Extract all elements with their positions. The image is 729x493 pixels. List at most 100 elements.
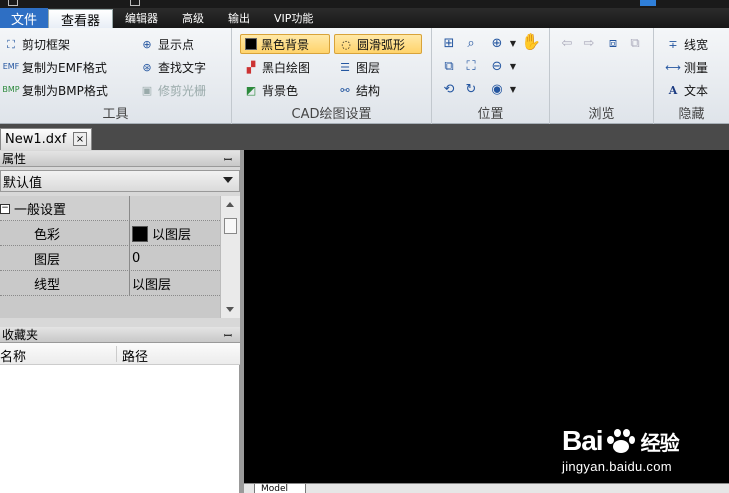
property-section-value	[131, 196, 220, 221]
position-group: ⊞ ⌕ ⊕ ▼ ✋ ⧉ ⛶ ⊖ ▼ ⟲ ↻ ◉ ▼ 位置	[432, 28, 550, 124]
property-scrollbar[interactable]	[220, 196, 240, 318]
property-value[interactable]: 以图层	[131, 271, 220, 296]
clip-frame-button[interactable]: ⛶ 剪切框架	[4, 34, 70, 54]
crop-icon: ⛶	[7, 37, 15, 51]
quick-access-icon[interactable]	[8, 0, 18, 6]
model-tab[interactable]: Model	[254, 484, 306, 493]
property-value-text: 以图层	[152, 228, 192, 243]
layers-button[interactable]: ☰ 图层	[338, 57, 380, 77]
line-width-icon: ∓	[668, 37, 678, 51]
collapse-icon[interactable]: −	[0, 203, 10, 214]
show-points-button[interactable]: ⊕ 显示点	[140, 34, 194, 54]
back-arrow-icon[interactable]: ⇦	[558, 34, 576, 52]
document-tab[interactable]: New1.dxf ×	[0, 128, 92, 150]
smooth-arc-button[interactable]: ◌ 圆滑弧形	[334, 34, 422, 54]
copy-icon[interactable]: ⧉	[626, 34, 644, 52]
watermark-brand-left: Bai	[562, 425, 604, 456]
chevron-down-icon[interactable]: ▼	[504, 34, 522, 52]
column-path[interactable]: 路径	[122, 346, 148, 365]
structure-label: 结构	[356, 83, 381, 98]
hide-group: ∓ 线宽 ⟷ 测量 A 文本 隐藏	[654, 28, 729, 124]
tab-viewer[interactable]: 查看器	[48, 9, 114, 29]
document-tab-bar: New1.dxf ×	[0, 124, 729, 150]
bw-drawing-button[interactable]: ▞ 黑白绘图	[244, 57, 310, 77]
title-bar	[0, 0, 729, 8]
zoom-window-icon[interactable]: ⊞	[440, 34, 458, 52]
clip-frame-label: 剪切框架	[22, 37, 71, 52]
property-grid: − 一般设置 色彩 以图层 图层 0 线型 以图层	[0, 196, 220, 318]
pin-icon[interactable]: ꟷ	[224, 152, 232, 166]
find-text-button[interactable]: ⊛ 查找文字	[140, 57, 206, 77]
refresh-view-icon[interactable]: ↻	[462, 80, 480, 98]
chevron-down-icon[interactable]: ▼	[504, 57, 522, 75]
measure-button[interactable]: ⟷ 测量	[665, 57, 709, 77]
find-text-label: 查找文字	[158, 60, 207, 75]
zoom-rect-icon[interactable]: ⌕	[462, 34, 480, 52]
rotate-3d-icon[interactable]: ⟲	[440, 80, 458, 98]
pin-icon[interactable]: ꟷ	[224, 328, 232, 342]
chevron-down-icon	[223, 177, 233, 183]
scroll-up-icon[interactable]	[226, 202, 234, 207]
extents-icon[interactable]: ⛶	[462, 57, 480, 75]
properties-header: 属性 ꟷ	[0, 151, 240, 167]
copy-bmp-button[interactable]: BMP 复制为BMP格式	[2, 80, 107, 100]
watermark-url: jingyan.baidu.com	[562, 459, 672, 474]
property-row-linetype[interactable]: 线型 以图层	[0, 271, 220, 296]
background-color-button[interactable]: ◩ 背景色	[244, 80, 298, 100]
bw-icon: ▞	[246, 60, 256, 74]
ruler-icon: ⟷	[665, 60, 681, 74]
browse-group: ⇦ ⇨ ⧈ ⧉ 浏览	[550, 28, 654, 124]
ribbon: ⛶ 剪切框架 EMF 复制为EMF格式 BMP 复制为BMP格式 ⊕ 显示点 ⊛…	[0, 28, 729, 124]
copy-emf-button[interactable]: EMF 复制为EMF格式	[3, 57, 107, 77]
chevron-down-icon[interactable]: ▼	[504, 80, 522, 98]
baidu-logo: Bai 经验	[562, 425, 680, 457]
forward-arrow-icon[interactable]: ⇨	[580, 34, 598, 52]
cad-settings-group-label: CAD绘图设置	[291, 107, 372, 122]
smooth-arc-label: 圆滑弧形	[357, 37, 406, 52]
pan-hand-icon[interactable]: ✋	[521, 32, 541, 51]
measure-label: 测量	[684, 60, 709, 75]
properties-preset-select[interactable]: 默认值	[0, 170, 240, 192]
tab-output[interactable]: 输出	[216, 8, 262, 28]
quick-access-icon[interactable]	[130, 0, 140, 6]
copy-emf-label: 复制为EMF格式	[22, 60, 107, 75]
window-icon	[640, 0, 656, 6]
black-background-label: 黑色背景	[261, 37, 310, 52]
tools-group-label: 工具	[102, 107, 129, 122]
menu-bar: 文件 查看器 编辑器 高级 输出 VIP功能	[0, 8, 729, 29]
watermark-brand-right: 经验	[640, 432, 680, 455]
open-folder-icon[interactable]: ⧈	[604, 34, 622, 52]
search-icon: ⊛	[142, 60, 152, 74]
text-button[interactable]: A 文本	[666, 80, 708, 100]
property-row-layer[interactable]: 图层 0	[0, 246, 220, 271]
layers-label: 图层	[356, 60, 381, 75]
browse-group-label: 浏览	[588, 107, 615, 122]
tab-advanced[interactable]: 高级	[170, 8, 216, 28]
scroll-down-icon[interactable]	[226, 307, 234, 312]
property-section-row[interactable]: − 一般设置	[0, 196, 220, 221]
cad-settings-group: 黑色背景 ▞ 黑白绘图 ◩ 背景色 ◌ 圆滑弧形 ☰ 图层 ⚯ 结构 CAD绘图…	[232, 28, 432, 124]
raster-icon: ▣	[141, 83, 153, 97]
black-background-button[interactable]: 黑色背景	[240, 34, 330, 54]
show-points-label: 显示点	[158, 37, 195, 52]
paw-icon	[605, 428, 635, 454]
properties-title: 属性	[2, 152, 27, 166]
tab-editor[interactable]: 编辑器	[113, 8, 170, 28]
property-value[interactable]: 0	[131, 246, 220, 271]
trim-raster-button[interactable]: ▣ 修剪光栅	[140, 80, 206, 100]
tab-file[interactable]: 文件	[0, 8, 49, 28]
fit-icon[interactable]: ⧉	[440, 57, 458, 75]
text-a-icon: A	[668, 83, 678, 97]
scroll-thumb[interactable]	[224, 218, 237, 234]
close-icon[interactable]: ×	[73, 132, 87, 146]
structure-button[interactable]: ⚯ 结构	[338, 80, 380, 100]
property-value[interactable]: 以图层	[131, 221, 220, 246]
property-section-cell: − 一般设置	[0, 196, 130, 221]
column-name[interactable]: 名称	[0, 346, 117, 365]
line-width-label: 线宽	[684, 37, 709, 52]
tab-vip[interactable]: VIP功能	[262, 8, 325, 28]
text-label: 文本	[684, 83, 709, 98]
line-width-button[interactable]: ∓ 线宽	[666, 34, 708, 54]
hide-group-label: 隐藏	[678, 107, 705, 122]
property-row-color[interactable]: 色彩 以图层	[0, 221, 220, 246]
